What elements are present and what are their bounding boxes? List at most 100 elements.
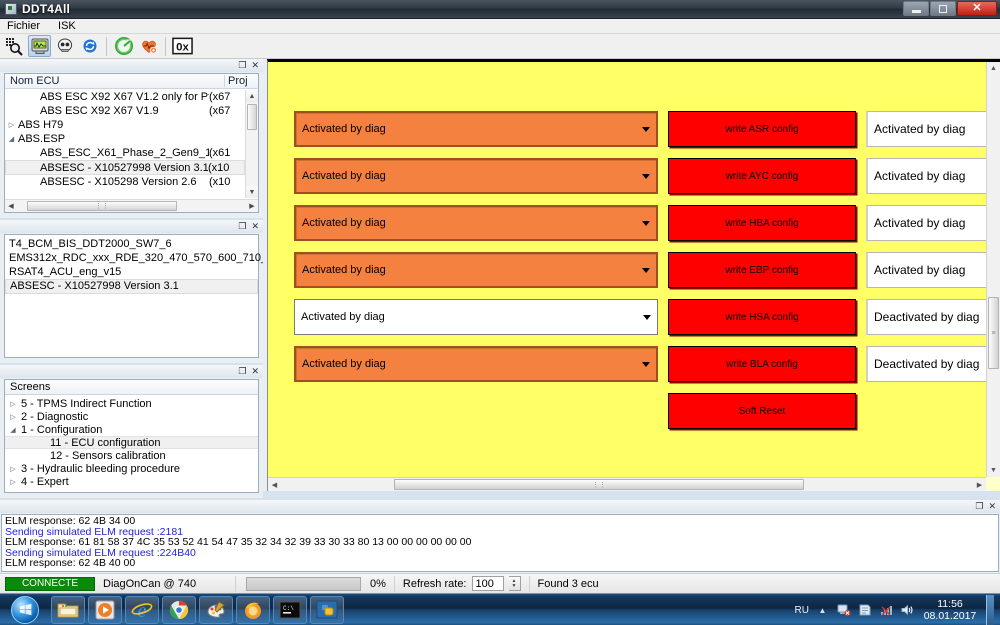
expander-icon[interactable]: ▷ <box>5 121 18 129</box>
refresh-icon[interactable] <box>78 35 101 57</box>
ecu-canvas-vertical-scrollbar[interactable]: ▲ ≡ ▼ <box>986 62 1000 477</box>
scroll-right-icon[interactable]: ▶ <box>973 478 986 491</box>
scroll-down-icon[interactable]: ▼ <box>987 464 1000 477</box>
scroll-thumb[interactable]: ⋮⋮ <box>394 479 804 490</box>
chevron-down-icon[interactable] <box>638 209 654 237</box>
expander-icon[interactable]: ▷ <box>5 465 21 473</box>
list-item[interactable]: RSAT4_ACU_eng_v15 <box>5 265 258 279</box>
scroll-down-icon[interactable]: ▼ <box>246 186 258 198</box>
menu-item-fichier[interactable]: Fichier <box>7 20 40 32</box>
ecu-canvas-horizontal-scrollbar[interactable]: ◀ ⋮⋮ ▶ <box>268 477 986 491</box>
write-ayc-config-button[interactable]: write AYC config <box>668 158 856 194</box>
write-hsa-config-button[interactable]: write HSA config <box>668 299 856 335</box>
ecu-tree-row[interactable]: ABS ESC X92 X67 V1.2 only for PfLot (x67 <box>5 90 245 104</box>
scroll-left-icon[interactable]: ◀ <box>5 200 17 212</box>
python-icon[interactable] <box>310 595 344 624</box>
skull-icon[interactable] <box>53 35 76 57</box>
close-button[interactable]: ✕ <box>957 1 997 16</box>
ecu-dock-float-button[interactable]: ❐ <box>238 61 246 70</box>
wireless-icon[interactable] <box>878 603 893 618</box>
recent-dock-float-button[interactable]: ❐ <box>238 222 246 231</box>
screen-item-hydraulic-bleeding[interactable]: ▷ 3 - Hydraulic bleeding procedure <box>5 462 258 475</box>
firefox-icon[interactable] <box>236 595 270 624</box>
write-bla-config-button[interactable]: write BLA config <box>668 346 856 382</box>
scan-ecu-icon[interactable] <box>3 35 26 57</box>
screen-item-ecu-configuration[interactable]: 11 - ECU configuration <box>5 436 258 449</box>
scroll-thumb[interactable] <box>247 104 257 130</box>
expander-icon[interactable]: ▷ <box>5 478 21 486</box>
screen-item-sensors-calibration[interactable]: 12 - Sensors calibration <box>5 449 258 462</box>
screen-item-tpms[interactable]: ▷ 5 - TPMS Indirect Function <box>5 397 258 410</box>
refresh-rate-input[interactable]: 100 <box>471 576 504 591</box>
write-asr-config-button[interactable]: write ASR config <box>668 111 856 147</box>
network-icon[interactable] <box>836 603 851 618</box>
screens-dock-close-button[interactable]: ✕ <box>251 367 259 376</box>
column-header-proj[interactable]: Proj <box>224 75 258 87</box>
refresh-rate-stepper[interactable]: ▲ ▼ <box>508 576 521 591</box>
log-dock-float-button[interactable]: ❐ <box>975 502 983 511</box>
paint-icon[interactable] <box>199 595 233 624</box>
media-player-icon[interactable] <box>88 595 122 624</box>
bla-config-combo[interactable]: Activated by diag <box>294 346 658 382</box>
ecu-monitor-icon[interactable] <box>28 35 51 57</box>
expander-icon[interactable]: ▷ <box>5 413 21 421</box>
screen-item-expert[interactable]: ▷ 4 - Expert <box>5 475 258 488</box>
expander-icon[interactable]: ◢ <box>5 426 21 434</box>
log-dock-close-button[interactable]: ✕ <box>988 502 996 511</box>
screens-dock-float-button[interactable]: ❐ <box>238 367 246 376</box>
connect-icon[interactable] <box>112 35 135 57</box>
heartbeat-icon[interactable] <box>137 35 160 57</box>
ecu-tree-row[interactable]: ABS ESC X92 X67 V1.9 (x67 <box>5 104 245 118</box>
scroll-thumb[interactable]: ≡ <box>988 297 999 369</box>
chrome-icon[interactable] <box>162 595 196 624</box>
hex-icon[interactable]: 0x <box>171 35 194 57</box>
internet-explorer-icon[interactable]: e <box>125 595 159 624</box>
start-button[interactable] <box>2 595 48 625</box>
scroll-right-icon[interactable]: ▶ <box>246 200 258 212</box>
show-hidden-icons-button[interactable]: ▲ <box>815 603 830 618</box>
console-icon[interactable]: C:\ <box>273 595 307 624</box>
write-ebp-config-button[interactable]: write EBP config <box>668 252 856 288</box>
menu-item-isk[interactable]: ISK <box>58 20 76 32</box>
minimize-button[interactable] <box>903 1 929 16</box>
expander-icon[interactable]: ◢ <box>5 135 18 143</box>
chevron-down-icon[interactable] <box>638 350 654 378</box>
ecu-tree-row-selected[interactable]: ABSESC - X10527998 Version 3.1 (x10 <box>5 160 245 175</box>
recent-dock-close-button[interactable]: ✕ <box>251 222 259 231</box>
chevron-down-icon[interactable] <box>638 115 654 143</box>
ecu-tree-row[interactable]: ABS_ESC_X61_Phase_2_Gen9_1_Version_1.9 (… <box>5 146 245 160</box>
list-item[interactable]: T4_BCM_BIS_DDT2000_SW7_6 <box>5 237 258 251</box>
chevron-down-icon[interactable] <box>638 162 654 190</box>
language-indicator[interactable]: RU <box>795 605 809 616</box>
column-header-nom-ecu[interactable]: Nom ECU <box>5 75 224 87</box>
ecu-tree-row[interactable]: ▷ ABS H79 <box>5 118 245 132</box>
expander-icon[interactable]: ▷ <box>5 400 21 408</box>
explorer-icon[interactable] <box>51 595 85 624</box>
taskbar-clock[interactable]: 11:56 08.01.2017 <box>920 598 980 622</box>
soft-reset-button[interactable]: Soft Reset <box>668 393 856 429</box>
list-item-selected[interactable]: ABSESC - X10527998 Version 3.1 <box>5 279 258 294</box>
hba-config-combo[interactable]: Activated by diag <box>294 205 658 241</box>
scroll-left-icon[interactable]: ◀ <box>268 478 281 491</box>
ebp-config-combo[interactable]: Activated by diag <box>294 252 658 288</box>
elm-log-output[interactable]: ELM response: 62 4B 34 00 Sending simula… <box>1 514 999 572</box>
scroll-thumb[interactable]: ⋮⋮ <box>27 201 177 211</box>
volume-icon[interactable] <box>899 603 914 618</box>
list-item[interactable]: EMS312x_RDC_xxx_RDE_320_470_570_600_710_… <box>5 251 287 265</box>
hsa-config-combo[interactable]: Activated by diag <box>294 299 658 335</box>
chevron-down-icon[interactable] <box>638 256 654 284</box>
scroll-up-icon[interactable]: ▲ <box>246 90 258 102</box>
ecu-tree-row[interactable]: ABSESC - X105298 Version 2.6 (x10 <box>5 175 245 189</box>
ecu-tree-row[interactable]: ◢ ABS.ESP <box>5 132 245 146</box>
ayc-config-combo[interactable]: Activated by diag <box>294 158 658 194</box>
ecu-tree-horizontal-scrollbar[interactable]: ◀ ⋮⋮ ▶ <box>5 199 258 212</box>
ecu-dock-close-button[interactable]: ✕ <box>251 61 259 70</box>
ecu-tree-vertical-scrollbar[interactable]: ▲ ▼ <box>245 90 258 198</box>
show-desktop-button[interactable] <box>986 595 994 625</box>
scroll-up-icon[interactable]: ▲ <box>987 62 1000 75</box>
screen-item-configuration[interactable]: ◢ 1 - Configuration <box>5 423 258 436</box>
action-center-icon[interactable] <box>857 603 872 618</box>
maximize-button[interactable] <box>930 1 956 16</box>
write-hba-config-button[interactable]: write HBA config <box>668 205 856 241</box>
chevron-down-icon[interactable] <box>639 302 655 332</box>
